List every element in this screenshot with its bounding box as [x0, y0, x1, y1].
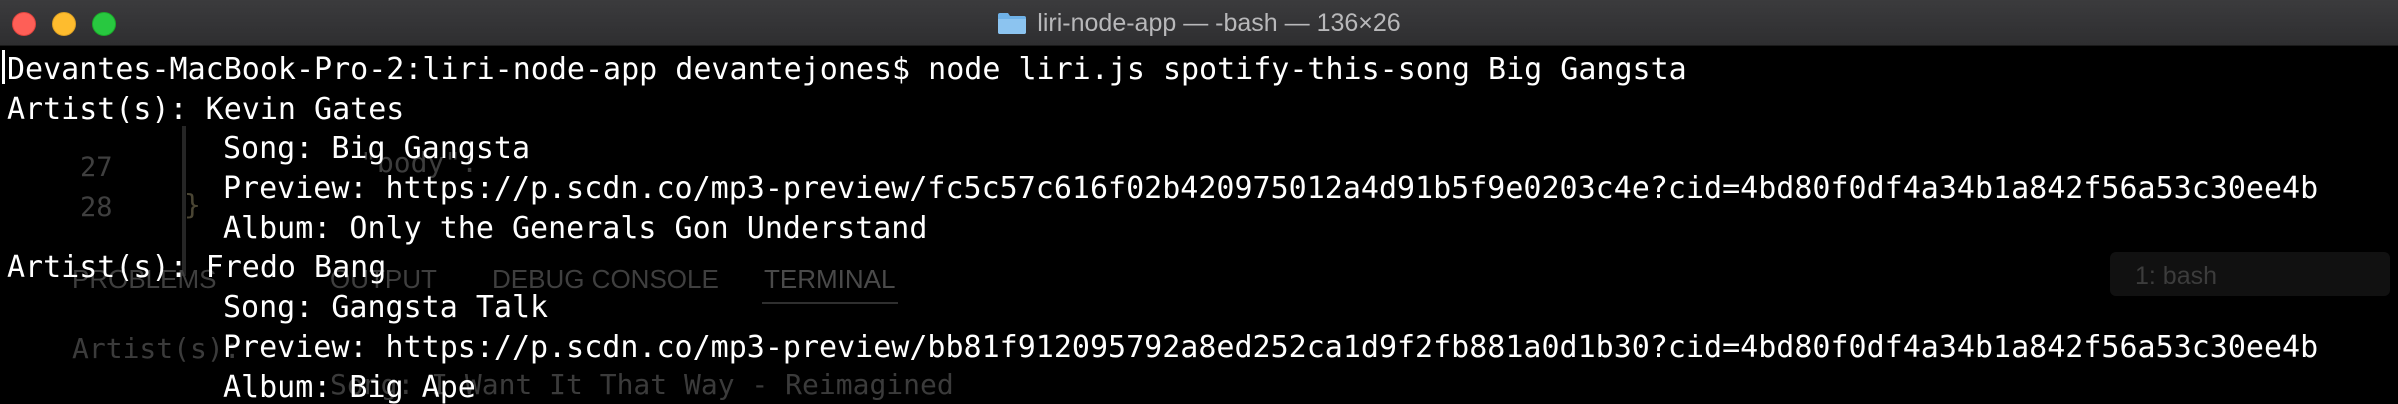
folder-icon: [997, 11, 1027, 35]
terminal-content[interactable]: "body": 27 28 } PROBLEMS OUTPUT DEBUG CO…: [0, 46, 2398, 404]
terminal-window: liri-node-app — -bash — 136×26 "body": 2…: [0, 0, 2398, 404]
result-preview: Preview: https://p.scdn.co/mp3-preview/b…: [223, 329, 2319, 365]
window-title: liri-node-app — -bash — 136×26: [1037, 8, 1401, 37]
command-prompt-line: Devantes-MacBook-Pro-2:liri-node-app dev…: [7, 52, 1687, 87]
result-song: Song: Gangsta Talk: [223, 290, 549, 326]
text-cursor: [2, 50, 5, 84]
result-artist: Artist(s): Kevin Gates: [7, 91, 405, 127]
result-album: Album: Only the Generals Gon Understand: [223, 210, 928, 246]
result-album: Album: Big Ape: [223, 369, 476, 404]
result-artist: Artist(s): Fredo Bang: [7, 250, 387, 286]
title-bar[interactable]: liri-node-app — -bash — 136×26: [0, 0, 2398, 46]
window-title-group: liri-node-app — -bash — 136×26: [0, 0, 2398, 46]
result-preview: Preview: https://p.scdn.co/mp3-preview/f…: [223, 171, 2319, 207]
terminal-output: Devantes-MacBook-Pro-2:liri-node-app dev…: [7, 50, 2318, 404]
result-song: Song: Big Gangsta: [223, 131, 531, 167]
